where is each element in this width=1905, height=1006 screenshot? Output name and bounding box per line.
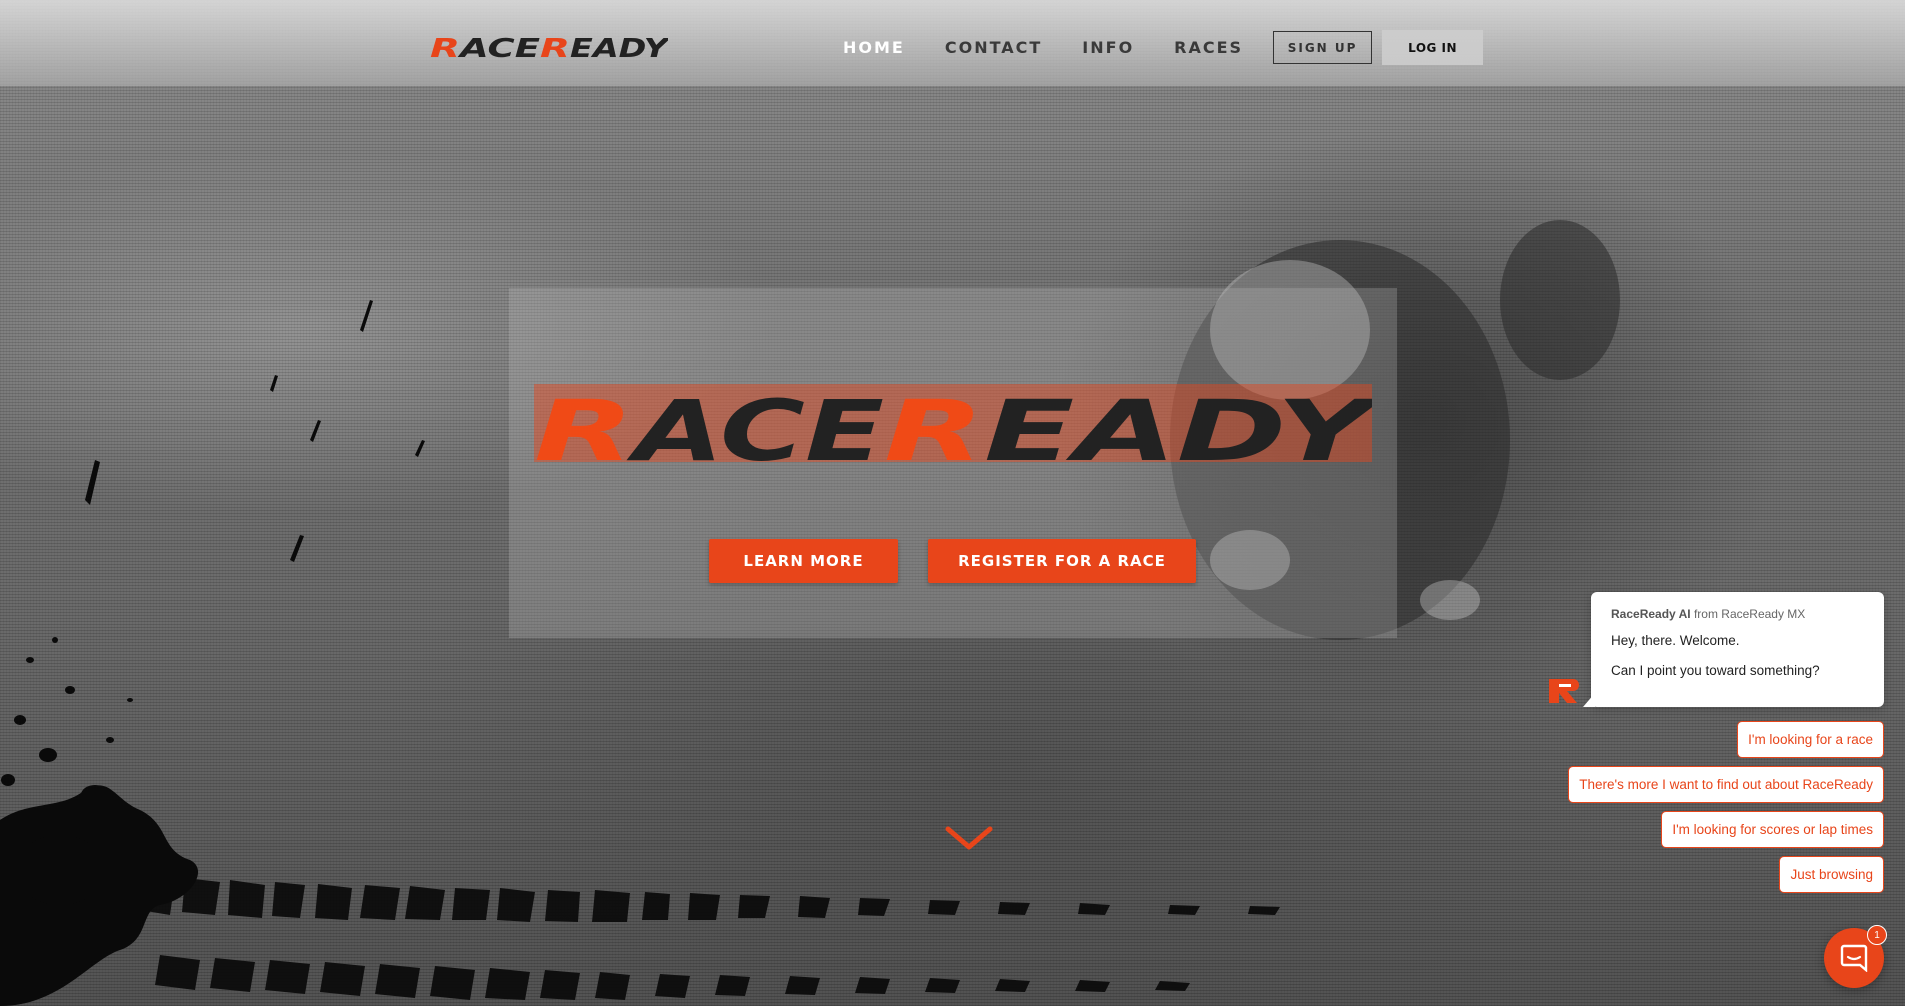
chat-option-just-browsing[interactable]: Just browsing — [1779, 856, 1884, 893]
nav-link-home[interactable]: HOME — [843, 31, 905, 65]
svg-text:ACE: ACE — [626, 384, 884, 462]
chat-bubble-tail — [1583, 693, 1595, 707]
chat-option-find-out-more[interactable]: There's more I want to find out about Ra… — [1568, 766, 1884, 803]
nav-link-info[interactable]: INFO — [1082, 31, 1134, 65]
log-in-button[interactable]: LOG IN — [1382, 30, 1484, 65]
chat-message-text: Can I point you toward something? — [1611, 663, 1820, 678]
hero-panel: R ACE R EADY LEARN MORE REGISTER FOR A R… — [509, 288, 1397, 638]
chat-option-scores-lap-times[interactable]: I'm looking for scores or lap times — [1661, 811, 1884, 848]
svg-text:R: R — [540, 34, 570, 62]
sign-up-button[interactable]: SIGN UP — [1273, 31, 1373, 64]
chevron-down-icon[interactable] — [944, 823, 994, 853]
nav-link-races[interactable]: RACES — [1174, 31, 1243, 65]
chat-message-bubble: RaceReady AI from RaceReady MX Hey, ther… — [1583, 592, 1884, 707]
main-nav: HOME CONTACT INFO RACES SIGN UP LOG IN — [843, 30, 1484, 65]
page: R ACE R EADY HOME CONTACT INFO RACES SIG… — [0, 0, 1905, 1006]
chat-sender-line: RaceReady AI from RaceReady MX — [1611, 607, 1864, 621]
raceready-bot-avatar-icon — [1549, 679, 1579, 703]
chat-sender-from: from RaceReady MX — [1693, 607, 1806, 621]
register-for-race-button[interactable]: REGISTER FOR A RACE — [928, 539, 1196, 583]
hero-raceready-logo: R ACE R EADY — [534, 384, 1372, 462]
svg-text:R: R — [534, 384, 634, 462]
unread-count-badge: 1 — [1867, 925, 1887, 945]
chat-sender-name: RaceReady AI — [1611, 607, 1691, 621]
learn-more-button[interactable]: LEARN MORE — [709, 539, 898, 583]
chat-option-looking-for-race[interactable]: I'm looking for a race — [1737, 721, 1884, 758]
svg-text:EADY: EADY — [984, 384, 1372, 462]
svg-text:EADY: EADY — [570, 34, 668, 62]
site-header: R ACE R EADY HOME CONTACT INFO RACES SIG… — [0, 0, 1905, 86]
nav-link-contact[interactable]: CONTACT — [945, 31, 1042, 65]
chat-bubble-icon — [1840, 944, 1868, 972]
chat-message-text: Hey, there. Welcome. — [1611, 633, 1740, 648]
chat-launcher-button[interactable]: 1 — [1824, 925, 1887, 988]
svg-text:R: R — [430, 34, 460, 62]
svg-text:ACE: ACE — [457, 34, 540, 62]
raceready-logo[interactable]: R ACE R EADY — [430, 32, 668, 62]
svg-text:R: R — [884, 384, 984, 462]
